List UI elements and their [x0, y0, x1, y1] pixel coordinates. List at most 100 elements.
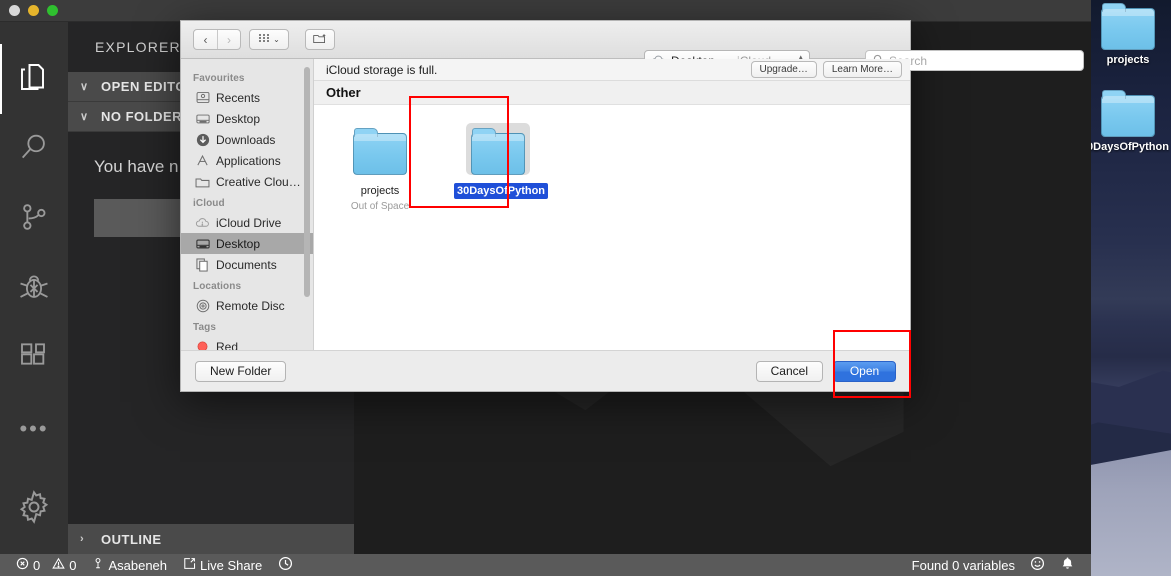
- chevron-right-icon: ›: [80, 533, 85, 545]
- status-feedback[interactable]: [1030, 556, 1045, 574]
- learn-more-button[interactable]: Learn More…: [822, 61, 902, 78]
- folder-icon: [1101, 3, 1155, 50]
- new-folder-button-footer[interactable]: New Folder: [195, 360, 287, 382]
- sidebar-item-label: Applications: [216, 153, 281, 168]
- status-account[interactable]: Asabeneh: [92, 557, 167, 573]
- warning-count: 0: [69, 557, 77, 573]
- chevron-down-icon: ⌄: [273, 35, 280, 44]
- debug-icon: [17, 270, 51, 309]
- finder-footer: New Folder Cancel Open: [181, 350, 910, 391]
- vscode-status-bar: 0 0 Asabeneh Live Share Found 0 variable…: [0, 554, 1091, 576]
- sidebar-item-documents[interactable]: Documents: [181, 254, 313, 275]
- upgrade-button[interactable]: Upgrade…: [750, 61, 817, 78]
- desktop-folder-label: 0DaysOfPython: [1087, 141, 1169, 153]
- status-problems[interactable]: 0 0: [16, 557, 76, 573]
- sidebar-item-recents[interactable]: Recents: [181, 87, 313, 108]
- error-icon: [16, 557, 29, 573]
- sidebar-item-remote-disc[interactable]: Remote Disc: [181, 295, 313, 316]
- sidebar-item-icloud-drive[interactable]: iCloud Drive: [181, 212, 313, 233]
- file-item-projects[interactable]: projects Out of Space: [336, 119, 424, 212]
- vscode-titlebar: [0, 0, 1091, 22]
- sidebar-item-label: Desktop: [216, 111, 261, 126]
- status-variables[interactable]: Found 0 variables: [912, 558, 1015, 573]
- status-clock[interactable]: [278, 556, 293, 574]
- section-label: OUTLINE: [101, 531, 162, 547]
- sidebar-item-tag-red[interactable]: Red: [181, 336, 313, 350]
- finder-file-browser: iCloud storage is full. Upgrade… Learn M…: [314, 59, 910, 350]
- search-icon: [17, 130, 51, 169]
- sidebar-item-label: Red: [216, 339, 239, 351]
- status-notifications[interactable]: [1060, 556, 1075, 574]
- desktop-folder-label: projects: [1106, 54, 1150, 66]
- activity-search[interactable]: [0, 114, 68, 184]
- sidebar-item-label: Remote Disc: [216, 298, 285, 313]
- person-icon: [92, 557, 104, 573]
- sidebar-group-title: Tags: [193, 322, 216, 333]
- sidebar-item-creative-cloud[interactable]: Creative Clou…: [181, 171, 313, 192]
- section-outline[interactable]: › OUTLINE: [68, 524, 354, 554]
- icloud-storage-banner: iCloud storage is full. Upgrade… Learn M…: [314, 59, 910, 81]
- desktop-folder-projects[interactable]: projects: [1085, 3, 1171, 66]
- folder-icon: [353, 128, 407, 175]
- folder-icon: [471, 128, 525, 175]
- desktop-icon: [195, 236, 210, 251]
- cloud-icon: [195, 215, 210, 230]
- sidebar-item-label: Creative Clou…: [216, 174, 301, 189]
- bell-icon: [1060, 556, 1075, 574]
- finder-open-dialog: ‹ › ⌄ ▴ Favourites Recents Desktop Downl…: [180, 20, 1084, 392]
- window-close-button[interactable]: [9, 5, 20, 16]
- new-folder-button[interactable]: [305, 29, 335, 50]
- desktop-folder-30daysofpython[interactable]: 0DaysOfPython: [1085, 90, 1171, 153]
- sidebar-item-applications[interactable]: Applications: [181, 150, 313, 171]
- file-name: 30DaysOfPython: [454, 183, 549, 199]
- view-options-button[interactable]: ⌄: [249, 29, 289, 50]
- status-live-share[interactable]: Live Share: [183, 557, 262, 573]
- sidebar-group-title: Locations: [193, 281, 242, 292]
- sidebar-group-title: Favourites: [193, 73, 245, 84]
- section-label: NO FOLDER: [101, 109, 183, 124]
- smiley-icon: [1030, 556, 1045, 574]
- documents-icon: [195, 257, 210, 272]
- open-button[interactable]: Open: [833, 360, 896, 382]
- activity-manage[interactable]: [0, 464, 68, 554]
- extensions-icon: [18, 341, 50, 378]
- account-name: Asabeneh: [108, 557, 168, 573]
- back-button[interactable]: ‹: [194, 30, 217, 49]
- window-maximize-button[interactable]: [47, 5, 58, 16]
- activity-more[interactable]: •••: [0, 394, 68, 464]
- sidebar-item-desktop-fav[interactable]: Desktop: [181, 108, 313, 129]
- vscode-activity-bar: •••: [0, 22, 68, 554]
- more-icon: •••: [19, 416, 49, 441]
- file-item-30daysofpython[interactable]: 30DaysOfPython: [454, 119, 549, 201]
- sidebar-item-label: Desktop: [216, 236, 261, 251]
- sidebar-item-downloads[interactable]: Downloads: [181, 129, 313, 150]
- activity-run-debug[interactable]: [0, 254, 68, 324]
- downloads-icon: [195, 132, 210, 147]
- sidebar-item-desktop-icloud[interactable]: Desktop: [181, 233, 313, 254]
- red-tag-icon: [195, 339, 210, 350]
- file-group-header: Other: [314, 81, 910, 105]
- sidebar-scrollbar[interactable]: [304, 67, 310, 297]
- file-name: projects: [360, 185, 400, 197]
- file-grid: projects Out of Space 30DaysOfPython: [314, 105, 910, 212]
- source-control-icon: [18, 201, 50, 238]
- grid-view-icon: [258, 33, 270, 46]
- forward-button[interactable]: ›: [217, 30, 240, 49]
- file-subtitle: Out of Space: [350, 201, 410, 212]
- sidebar-item-label: Recents: [216, 90, 261, 105]
- finder-sidebar: Favourites Recents Desktop Downloads App…: [181, 59, 314, 350]
- live-share-label: Live Share: [200, 557, 263, 573]
- sidebar-item-label: Downloads: [216, 132, 276, 147]
- activity-extensions[interactable]: [0, 324, 68, 394]
- nav-segmented-control[interactable]: ‹ ›: [193, 29, 241, 50]
- section-label: OPEN EDITO: [101, 79, 186, 94]
- cancel-button[interactable]: Cancel: [755, 360, 823, 382]
- chevron-down-icon: ∨: [80, 81, 89, 93]
- disc-icon: [195, 298, 210, 313]
- window-minimize-button[interactable]: [28, 5, 39, 16]
- warning-icon: [52, 557, 66, 573]
- activity-source-control[interactable]: [0, 184, 68, 254]
- applications-icon: [195, 153, 210, 168]
- sidebar-group-title: iCloud: [193, 198, 225, 209]
- activity-explorer[interactable]: [0, 44, 68, 114]
